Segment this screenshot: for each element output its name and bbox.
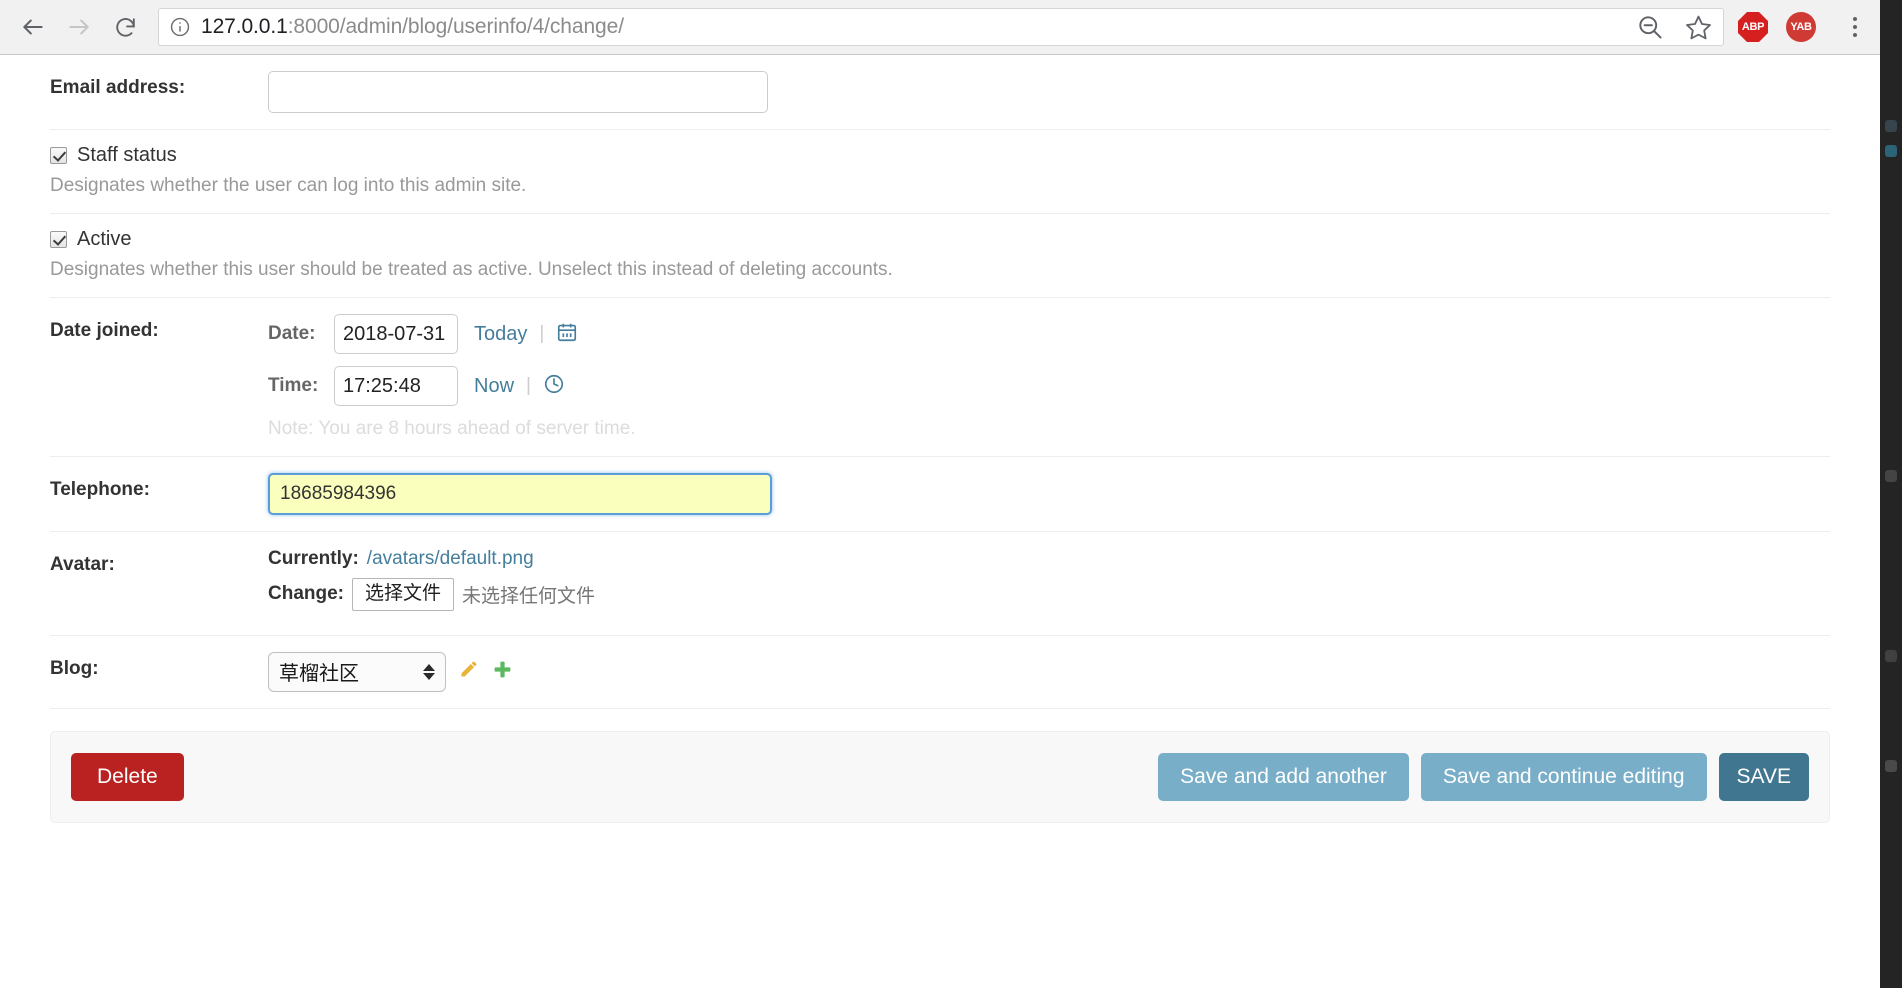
active-line[interactable]: Active <box>50 228 1830 251</box>
email-input[interactable] <box>268 71 768 113</box>
menu-dot <box>1853 17 1857 21</box>
field-row-email: Email address: <box>50 55 1830 130</box>
blog-select[interactable]: 草榴社区 <box>268 651 446 692</box>
dock-icon <box>1885 760 1897 772</box>
dock-icon <box>1885 145 1897 157</box>
field-row-avatar: Avatar: Currently: /avatars/default.png … <box>50 532 1830 636</box>
avatar-currently-line: Currently: /avatars/default.png <box>268 548 1830 570</box>
save-and-add-another-button[interactable]: Save and add another <box>1158 752 1409 801</box>
arrow-left-icon <box>23 19 43 35</box>
forward-button[interactable] <box>56 4 102 50</box>
info-icon[interactable] <box>169 16 191 38</box>
delete-button[interactable]: Delete <box>71 752 184 801</box>
date-caption: Date: <box>268 323 316 344</box>
time-caption: Time: <box>268 375 319 396</box>
pencil-icon[interactable] <box>459 659 479 685</box>
staff-status-checkbox[interactable] <box>50 147 67 164</box>
telephone-label: Telephone: <box>50 479 150 500</box>
plus-icon[interactable] <box>492 659 513 685</box>
time-line: Time: Now | <box>268 366 1830 406</box>
submit-row: Delete Save and add another Save and con… <box>50 730 1830 823</box>
browser-window: 127.0.0.1:8000/admin/blog/userinfo/4/cha… <box>0 0 1880 988</box>
avatar-change-line: Change: 选择文件 未选择任何文件 <box>268 578 1830 611</box>
field-row-telephone: Telephone: <box>50 457 1830 532</box>
active-help: Designates whether this user should be t… <box>50 259 893 280</box>
extension-icons: ABP YAB <box>1738 12 1870 42</box>
staff-status-help: Designates whether the user can log into… <box>50 175 527 196</box>
back-button[interactable] <box>10 4 56 50</box>
browser-toolbar: 127.0.0.1:8000/admin/blog/userinfo/4/cha… <box>0 0 1880 55</box>
time-input[interactable] <box>334 366 458 406</box>
avatar-value: Currently: /avatars/default.png Change: … <box>260 548 1830 619</box>
staff-status-line[interactable]: Staff status <box>50 144 1830 167</box>
telephone-input[interactable] <box>268 473 772 515</box>
telephone-value <box>260 473 1830 515</box>
reload-icon <box>115 17 135 37</box>
dock-icon <box>1885 120 1897 132</box>
date-joined-value: Date: Today | <box>260 314 1830 440</box>
date-joined-label: Date joined: <box>50 320 159 341</box>
timezone-note: Note: You are 8 hours ahead of server ti… <box>268 418 636 439</box>
avatar-label: Avatar: <box>50 554 115 575</box>
menu-dot <box>1853 33 1857 37</box>
field-row-date-joined: Date joined: Date: Today | <box>50 298 1830 457</box>
omnibox-actions <box>1624 13 1713 42</box>
desktop-edge-strip <box>1880 0 1902 988</box>
avatar-currently-caption: Currently: <box>268 548 359 569</box>
menu-dot <box>1853 25 1857 29</box>
blog-select-wrap: 草榴社区 <box>268 651 1830 692</box>
blog-value: 草榴社区 <box>260 651 1830 692</box>
screen: 127.0.0.1:8000/admin/blog/userinfo/4/cha… <box>0 0 1902 988</box>
avatar-currently-link[interactable]: /avatars/default.png <box>367 548 534 570</box>
clock-icon[interactable] <box>543 373 565 400</box>
save-button[interactable]: SAVE <box>1718 752 1809 801</box>
field-row-active: Active Designates whether this user shou… <box>50 214 1830 298</box>
calendar-icon[interactable] <box>556 321 578 348</box>
change-form: Email address: Staff status Designates w… <box>0 55 1880 823</box>
url-path: :8000/admin/blog/userinfo/4/change/ <box>287 15 624 38</box>
today-link[interactable]: Today <box>474 323 527 346</box>
page-content: Email address: Staff status Designates w… <box>0 55 1880 988</box>
star-icon[interactable] <box>1684 13 1713 42</box>
date-line: Date: Today | <box>268 314 1830 354</box>
avatar-change-caption: Change: <box>268 583 344 605</box>
dock-icon <box>1885 650 1897 662</box>
select-arrows-icon <box>423 663 435 680</box>
email-value <box>260 71 1830 113</box>
time-separator: | <box>526 375 531 396</box>
file-status-text: 未选择任何文件 <box>462 585 596 607</box>
url-host: 127.0.0.1 <box>201 15 288 38</box>
now-link[interactable]: Now <box>474 375 514 398</box>
arrow-right-icon <box>69 19 89 35</box>
email-label: Email address: <box>50 77 186 98</box>
zoom-out-icon[interactable] <box>1636 13 1664 41</box>
url-text: 127.0.0.1:8000/admin/blog/userinfo/4/cha… <box>201 15 624 39</box>
address-bar[interactable]: 127.0.0.1:8000/admin/blog/userinfo/4/cha… <box>158 8 1724 46</box>
choose-file-button[interactable]: 选择文件 <box>352 578 455 611</box>
browser-menu-button[interactable] <box>1840 12 1870 42</box>
field-row-blog: Blog: 草榴社区 <box>50 636 1830 709</box>
dock-icon <box>1885 470 1897 482</box>
date-input[interactable] <box>334 314 458 354</box>
save-button-group: Save and add another Save and continue e… <box>1158 752 1809 801</box>
adblock-plus-icon[interactable]: ABP <box>1738 12 1768 42</box>
blog-select-value: 草榴社区 <box>279 663 359 686</box>
staff-status-label: Staff status <box>77 144 177 166</box>
reload-button[interactable] <box>102 4 148 50</box>
active-checkbox[interactable] <box>50 231 67 248</box>
save-and-continue-editing-button[interactable]: Save and continue editing <box>1420 752 1707 801</box>
blog-label: Blog: <box>50 657 99 679</box>
active-label: Active <box>77 228 132 250</box>
field-row-staff-status: Staff status Designates whether the user… <box>50 130 1830 214</box>
date-separator: | <box>539 323 545 344</box>
yab-extension-icon[interactable]: YAB <box>1786 12 1816 42</box>
